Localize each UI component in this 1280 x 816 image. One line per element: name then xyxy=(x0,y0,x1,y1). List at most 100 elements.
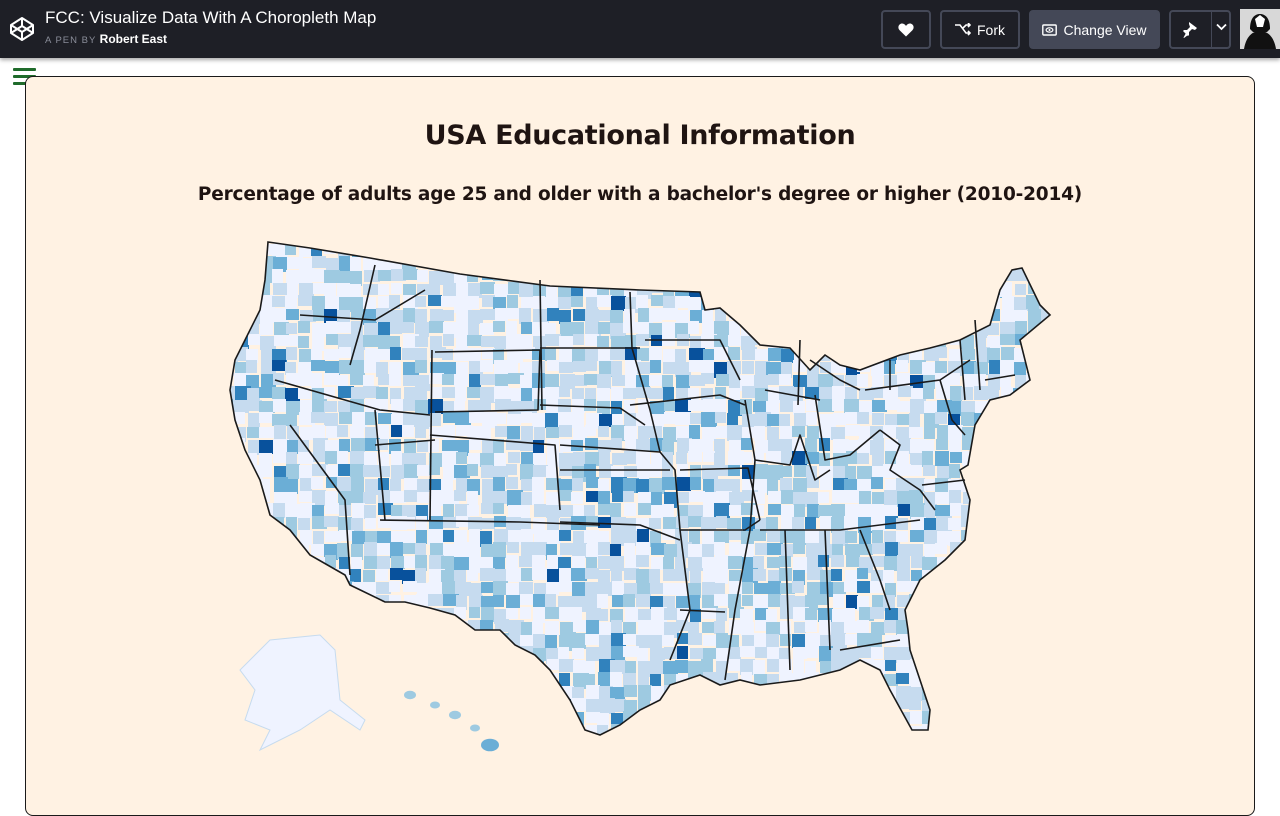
county xyxy=(273,609,284,624)
county xyxy=(897,581,912,592)
county xyxy=(338,608,349,623)
county xyxy=(714,621,725,634)
author-link[interactable]: Robert East xyxy=(100,32,167,46)
county xyxy=(313,582,329,597)
county xyxy=(1066,635,1079,650)
county xyxy=(819,322,832,338)
county xyxy=(610,660,626,674)
fork-button[interactable]: Fork xyxy=(940,10,1020,49)
county xyxy=(597,336,609,347)
county xyxy=(755,349,770,360)
county xyxy=(950,309,961,323)
county xyxy=(1053,284,1066,296)
county xyxy=(273,373,284,385)
county xyxy=(689,242,700,247)
county xyxy=(273,452,286,463)
county xyxy=(805,608,817,622)
pen-title[interactable]: FCC: Visualize Data With A Choropleth Ma… xyxy=(45,8,376,28)
county xyxy=(572,763,583,770)
county xyxy=(676,452,687,464)
county xyxy=(364,542,377,557)
county xyxy=(326,724,337,735)
county xyxy=(610,672,622,687)
county xyxy=(259,581,275,594)
county xyxy=(519,725,530,735)
county xyxy=(753,752,766,766)
codepen-logo-icon[interactable] xyxy=(9,16,35,42)
county xyxy=(248,243,263,257)
county xyxy=(961,737,976,753)
county xyxy=(638,256,654,271)
county xyxy=(833,725,845,735)
county xyxy=(545,607,560,619)
county xyxy=(871,516,886,531)
county xyxy=(246,360,257,373)
county xyxy=(364,556,378,569)
county xyxy=(884,725,897,735)
county xyxy=(806,698,822,712)
county xyxy=(311,544,326,556)
county xyxy=(936,673,948,688)
county xyxy=(1065,659,1080,672)
county xyxy=(845,466,856,479)
county xyxy=(767,427,779,440)
county xyxy=(937,659,950,673)
county xyxy=(987,245,1001,256)
chevron-down-icon[interactable] xyxy=(1216,23,1227,31)
county xyxy=(584,269,596,280)
county xyxy=(987,648,1000,659)
county xyxy=(547,308,559,321)
county xyxy=(454,646,465,661)
county xyxy=(233,594,244,610)
county xyxy=(779,244,790,258)
county xyxy=(818,751,832,763)
county xyxy=(415,414,431,429)
county xyxy=(1014,764,1029,770)
county xyxy=(377,543,392,555)
county xyxy=(806,543,819,557)
county xyxy=(807,244,821,255)
county xyxy=(311,360,325,371)
like-button[interactable] xyxy=(881,10,931,49)
county xyxy=(389,374,401,386)
county xyxy=(766,517,778,531)
county xyxy=(1066,673,1077,689)
county xyxy=(766,271,781,282)
county xyxy=(389,242,402,243)
pin-button[interactable] xyxy=(1169,10,1231,49)
county xyxy=(1041,609,1050,622)
county xyxy=(1026,595,1038,607)
county xyxy=(872,752,885,765)
change-view-label: Change View xyxy=(1063,21,1147,38)
county xyxy=(664,724,678,735)
county xyxy=(247,634,261,650)
county xyxy=(1000,765,1011,770)
county xyxy=(1067,414,1080,425)
county xyxy=(233,453,245,467)
county xyxy=(768,686,780,702)
county xyxy=(230,568,234,581)
county xyxy=(637,348,649,361)
county xyxy=(988,400,1002,412)
county xyxy=(467,647,483,658)
county xyxy=(974,271,987,285)
county xyxy=(261,622,277,638)
county xyxy=(898,242,913,244)
county xyxy=(675,739,688,750)
change-view-button[interactable]: Change View xyxy=(1029,10,1160,49)
county xyxy=(376,387,388,401)
county xyxy=(741,698,752,709)
avatar-icon xyxy=(1240,9,1280,49)
county xyxy=(949,594,963,608)
county xyxy=(324,349,339,360)
county xyxy=(924,739,935,754)
county xyxy=(506,711,518,727)
county xyxy=(1027,529,1041,542)
county xyxy=(337,543,348,559)
county xyxy=(793,295,804,308)
user-avatar[interactable] xyxy=(1240,9,1280,49)
county xyxy=(376,661,388,677)
county xyxy=(230,517,235,533)
county xyxy=(325,491,337,503)
county xyxy=(844,621,858,633)
